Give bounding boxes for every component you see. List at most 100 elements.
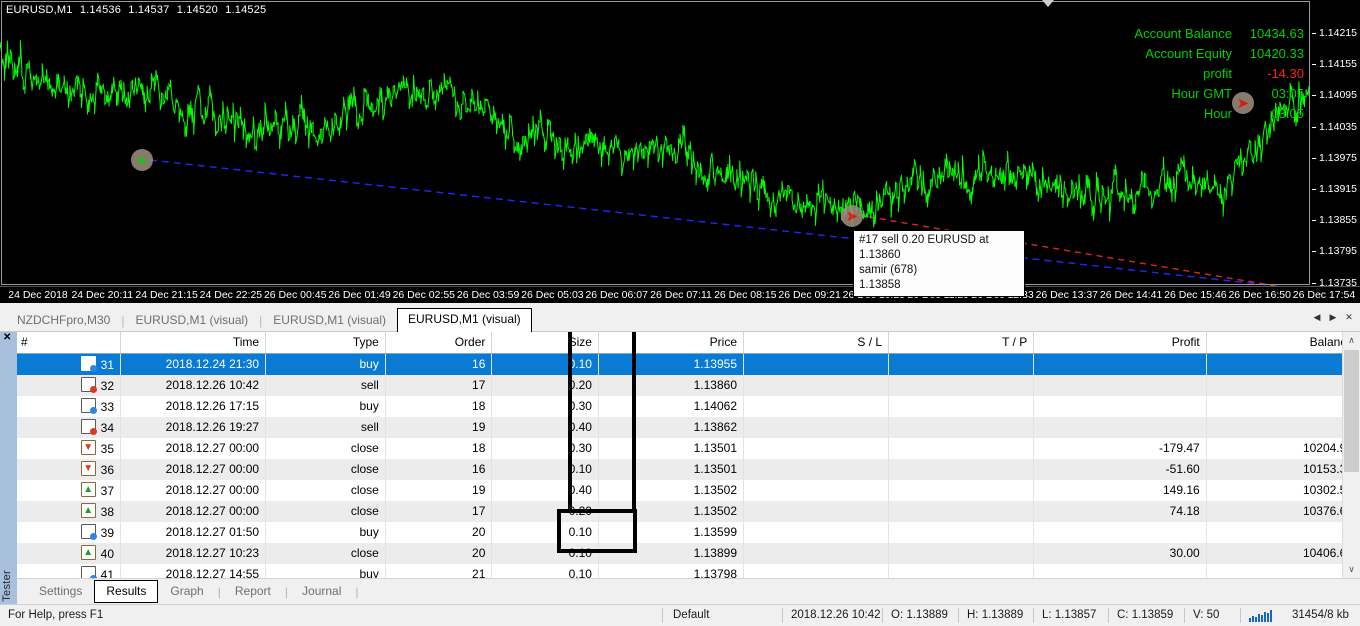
cell-index: 39 — [17, 522, 121, 543]
status-divider-1 — [662, 608, 663, 623]
cell-index: 41 — [17, 564, 121, 578]
cell-type: buy — [266, 564, 386, 578]
column-header-time[interactable]: Time — [121, 332, 266, 354]
chart-tab-3[interactable]: EURUSD,M1 (visual) — [397, 308, 532, 333]
table-row[interactable]: 322018.12.26 10:42sell170.201.13860 — [17, 375, 1360, 396]
chart-tab-1[interactable]: EURUSD,M1 (visual) — [124, 310, 259, 332]
cell-index: 33 — [17, 396, 121, 417]
tester-tab-separator-end: | — [353, 585, 360, 599]
table-row[interactable]: ▲402018.12.27 10:23close200.101.1389930.… — [17, 543, 1360, 564]
cell-type: close — [266, 501, 386, 522]
column-header-order[interactable]: Order — [385, 332, 492, 354]
table-row[interactable]: ▼352018.12.27 00:00close180.301.13501-17… — [17, 438, 1360, 459]
tester-tab-settings[interactable]: Settings — [27, 581, 94, 603]
buy-marker[interactable]: ➤ — [131, 149, 153, 171]
table-row[interactable]: 342018.12.26 19:27sell190.401.13862 — [17, 417, 1360, 438]
status-time: 2018.12.26 10:42 — [791, 609, 881, 621]
table-row[interactable]: 332018.12.26 17:15buy180.301.14062 — [17, 396, 1360, 417]
cell-sl — [744, 564, 889, 578]
cell-index: ▲37 — [17, 480, 121, 501]
cell-index: ▼36 — [17, 459, 121, 480]
signal-bar — [1270, 610, 1272, 622]
scrollbar-thumb[interactable] — [1344, 350, 1359, 472]
cell-tp — [889, 417, 1034, 438]
column-header--[interactable]: # — [17, 332, 121, 354]
tester-tab-journal[interactable]: Journal — [290, 581, 353, 603]
status-divider-6 — [1108, 608, 1109, 623]
tester-tab-results[interactable]: Results — [94, 580, 158, 603]
table-body[interactable]: 312018.12.24 21:30buy160.101.13955322018… — [17, 354, 1360, 579]
cell-order: 18 — [385, 396, 492, 417]
chart-canvas[interactable]: EURUSD,M1 1.14536 1.14537 1.14520 1.1452… — [0, 0, 1360, 302]
cell-profit — [1034, 564, 1207, 578]
tester-tab-graph[interactable]: Graph — [158, 581, 215, 603]
cell-sl — [744, 417, 889, 438]
results-grid[interactable]: #TimeTypeOrderSizePriceS / LT / PProfitB… — [17, 332, 1360, 578]
column-header-s-l[interactable]: S / L — [744, 332, 889, 354]
time-tick-label: 26 Dec 01:49 — [328, 289, 390, 301]
cell-type: close — [266, 459, 386, 480]
order-open-buy-icon — [81, 356, 96, 371]
table-row[interactable]: ▲372018.12.27 00:00close190.401.13502149… — [17, 480, 1360, 501]
scroll-down-icon[interactable]: ∨ — [1343, 561, 1360, 578]
cell-profit — [1034, 354, 1207, 376]
table-header-row[interactable]: #TimeTypeOrderSizePriceS / LT / PProfitB… — [17, 332, 1360, 354]
status-divider-7 — [1184, 608, 1185, 623]
order-open-buy-icon — [81, 398, 96, 413]
info-label: Account Balance — [1134, 26, 1232, 41]
scroll-up-icon[interactable]: ∧ — [1343, 332, 1360, 349]
table-row[interactable]: 392018.12.27 01:50buy200.101.13599 — [17, 522, 1360, 543]
column-header-balance[interactable]: Balance — [1206, 332, 1359, 354]
info-row-account-equity: Account Equity10420.33 — [1134, 44, 1304, 64]
table-row[interactable]: 412018.12.27 14:55buy210.101.13798 — [17, 564, 1360, 578]
time-tick-label: 26 Dec 00:45 — [264, 289, 326, 301]
tester-close-icon[interactable]: ✕ — [3, 333, 11, 343]
status-help-text: For Help, press F1 — [8, 609, 103, 621]
cell-sl — [744, 438, 889, 459]
chart-tab-2[interactable]: EURUSD,M1 (visual) — [262, 310, 397, 332]
sell-arrow-icon-2: ➤ — [1238, 97, 1249, 110]
time-tick-label: 26 Dec 15:46 — [1164, 289, 1226, 301]
table-row[interactable]: ▲382018.12.27 00:00close170.201.1350274.… — [17, 501, 1360, 522]
column-header-type[interactable]: Type — [266, 332, 386, 354]
signal-bar — [1252, 616, 1254, 622]
results-vertical-scrollbar[interactable]: ∧ ∨ — [1342, 332, 1360, 578]
cell-balance: 10204.95 — [1206, 438, 1359, 459]
signal-bar — [1261, 615, 1263, 622]
table-row[interactable]: ▼362018.12.27 00:00close160.101.13501-51… — [17, 459, 1360, 480]
tab-scroll-right-icon[interactable]: ▶ — [1326, 310, 1340, 325]
column-header-t-p[interactable]: T / P — [889, 332, 1034, 354]
column-header-size[interactable]: Size — [492, 332, 599, 354]
tester-tab-report[interactable]: Report — [223, 581, 283, 603]
column-header-profit[interactable]: Profit — [1034, 332, 1207, 354]
tab-scroll-left-icon[interactable]: ◀ — [1310, 310, 1324, 325]
time-tick-label: 24 Dec 21:15 — [135, 289, 197, 301]
tab-close-icon[interactable]: ✕ — [1342, 310, 1356, 325]
info-label: profit — [1203, 66, 1232, 81]
cell-profit: 149.16 — [1034, 480, 1207, 501]
cell-tp — [889, 522, 1034, 543]
cell-type: buy — [266, 354, 386, 376]
cell-index: 31 — [17, 354, 121, 376]
info-row-account-balance: Account Balance10434.63 — [1134, 24, 1304, 44]
info-row-hour-gmt: Hour GMT03:05 — [1134, 84, 1304, 104]
price-tick-label: 1.14215 — [1319, 27, 1357, 39]
chart-tab-0[interactable]: NZDCHFpro,M30 — [6, 310, 121, 332]
cell-profit: 30.00 — [1034, 543, 1207, 564]
info-label: Account Equity — [1145, 46, 1232, 61]
column-header-price[interactable]: Price — [598, 332, 743, 354]
price-tick-label: 1.14035 — [1319, 121, 1357, 133]
cell-type: buy — [266, 522, 386, 543]
sell-marker[interactable]: ➤ — [841, 205, 863, 227]
price-axis[interactable]: 1.142151.141551.140951.140351.139751.139… — [1312, 0, 1360, 286]
sell-marker-2[interactable]: ➤ — [1232, 92, 1254, 114]
time-axis[interactable]: 24 Dec 201824 Dec 20:1124 Dec 21:1524 De… — [0, 286, 1360, 303]
price-chart[interactable]: EURUSD,M1 1.14536 1.14537 1.14520 1.1452… — [0, 0, 1360, 302]
cell-balance: 10153.34 — [1206, 459, 1359, 480]
cell-profit: -51.60 — [1034, 459, 1207, 480]
table-row[interactable]: 312018.12.24 21:30buy160.101.13955 — [17, 354, 1360, 376]
tester-sidebar: ✕ Tester — [0, 332, 18, 604]
chart-low: 1.14520 — [177, 4, 218, 16]
chart-symbol-label: EURUSD,M1 1.14536 1.14537 1.14520 1.1452… — [6, 4, 270, 16]
cell-order: 19 — [385, 480, 492, 501]
